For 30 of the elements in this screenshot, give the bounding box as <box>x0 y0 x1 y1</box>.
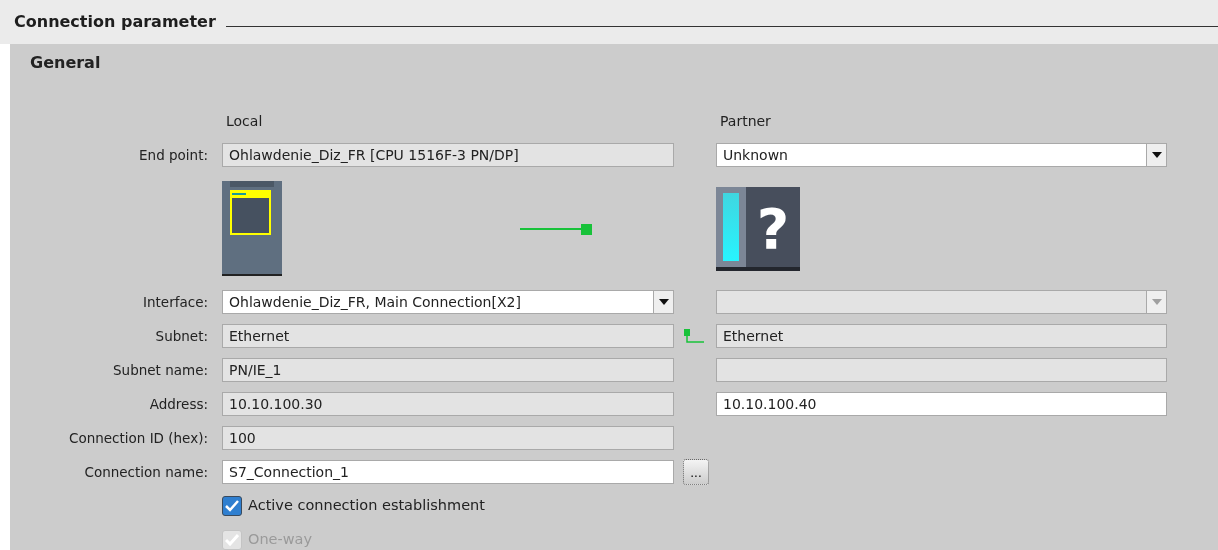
input-field[interactable]: 10.10.100.40 <box>716 392 1167 416</box>
checkbox[interactable] <box>222 496 242 516</box>
dropdown[interactable]: Unknown <box>716 143 1167 167</box>
readonly-field: Ohlawdenie_Diz_FR [CPU 1516F-3 PN/DP] <box>222 143 674 167</box>
field-label: Subnet name: <box>112 360 209 380</box>
field-label: Address: <box>148 394 209 414</box>
input-field[interactable]: S7_Connection_1 <box>222 460 674 484</box>
caret-icon <box>1151 152 1162 158</box>
column-header: Local <box>225 111 264 131</box>
field-label: End point: <box>138 145 209 165</box>
field-label: Connection name: <box>83 462 209 482</box>
section-title: Connection parameter <box>14 11 216 33</box>
caret-icon <box>1151 299 1162 305</box>
unknown-device-icon: ? <box>716 186 800 271</box>
readonly-field: PN/IE_1 <box>222 358 674 382</box>
field-label: Subnet: <box>154 326 209 346</box>
readonly-field: 10.10.100.30 <box>222 392 674 416</box>
readonly-field: Ethernet <box>716 324 1167 348</box>
column-header: Partner <box>719 111 772 131</box>
readonly-field: Ethernet <box>222 324 674 348</box>
dropdown[interactable]: Ohlawdenie_Diz_FR, Main Connection[X2] <box>222 290 674 314</box>
readonly-field: 100 <box>222 426 674 450</box>
cpu-module-icon <box>222 181 282 276</box>
caret-icon <box>658 299 669 305</box>
field-label: Connection ID (hex): <box>67 428 209 448</box>
group-title: General <box>29 52 102 74</box>
field-label: Interface: <box>142 292 209 312</box>
browse-button[interactable]: ... <box>683 459 709 485</box>
connection-line-icon <box>520 222 592 235</box>
checkbox-label: Active connection establishment <box>248 496 485 516</box>
